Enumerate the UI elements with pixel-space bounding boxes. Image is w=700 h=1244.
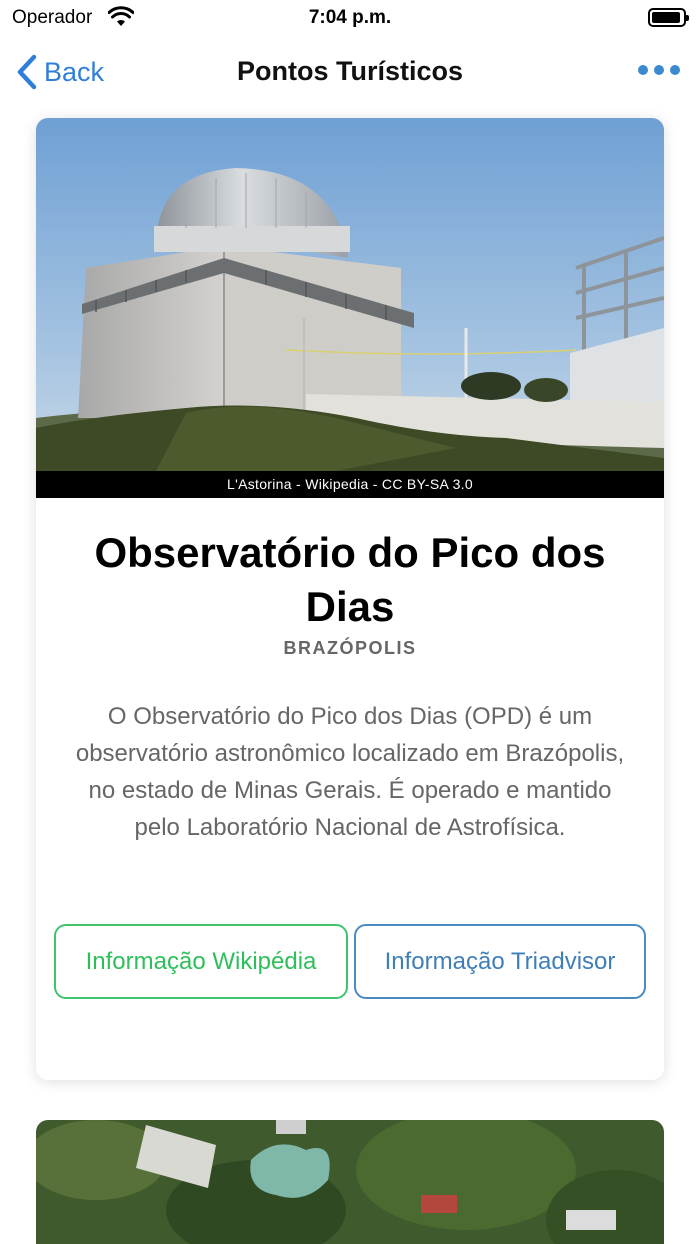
attraction-description: O Observatório do Pico dos Dias (OPD) é … [75, 703, 625, 841]
attraction-title: Observatório do Pico dos Dias [94, 529, 606, 630]
aerial-photo [36, 1120, 664, 1244]
image-credit: L'Astorina - Wikipedia - CC BY-SA 3.0 [36, 471, 664, 498]
tripadvisor-info-button[interactable]: Informação Triadvisor [354, 924, 646, 999]
navigation-bar: Back Pontos Turísticos [0, 36, 700, 106]
next-attraction-card[interactable] [36, 1120, 664, 1244]
observatory-photo [36, 118, 664, 471]
more-icon [638, 65, 648, 75]
status-time: 7:04 p.m. [308, 7, 392, 28]
more-button[interactable] [638, 65, 680, 75]
battery-icon [648, 8, 689, 27]
wikipedia-info-button[interactable]: Informação Wikipédia [54, 924, 348, 999]
attraction-card: L'Astorina - Wikipedia - CC BY-SA 3.0 Ob… [36, 118, 664, 1080]
page-title: Pontos Turísticos [236, 56, 464, 86]
attraction-city: BRAZÓPOLIS [283, 638, 417, 658]
status-bar: Operador 7:04 p.m. [0, 0, 700, 36]
